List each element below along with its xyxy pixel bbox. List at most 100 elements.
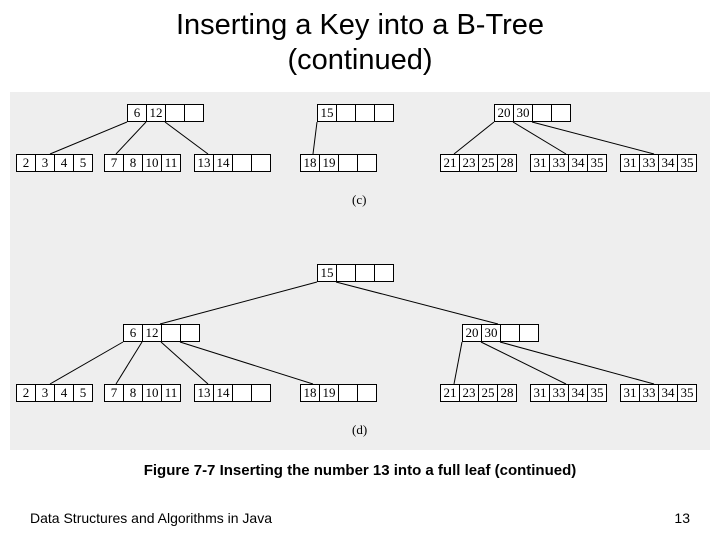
cell: 31 <box>530 154 550 172</box>
tree-d-node-6-12: 6 12 <box>123 324 200 342</box>
cell: 11 <box>161 384 181 402</box>
title-line-2: (continued) <box>287 44 432 76</box>
cell: 35 <box>677 154 697 172</box>
tree-d-node-20-30: 20 30 <box>462 324 539 342</box>
tree-c-leaf-2: 7 8 10 11 <box>104 154 181 172</box>
cell <box>232 154 252 172</box>
cell: 34 <box>658 384 678 402</box>
cell: 2 <box>16 384 36 402</box>
title-line-1: Inserting a Key into a B-Tree <box>176 9 544 41</box>
cell <box>184 104 204 122</box>
cell: 2 <box>16 154 36 172</box>
cell <box>180 324 200 342</box>
cell: 31 <box>530 384 550 402</box>
tree-c-leaf-5: 21 23 25 28 <box>440 154 517 172</box>
cell <box>374 104 394 122</box>
cell: 5 <box>73 384 93 402</box>
page-title: Inserting a Key into a B-Tree (continued… <box>0 0 720 78</box>
cell <box>251 154 271 172</box>
cell: 28 <box>497 154 517 172</box>
cell: 20 <box>462 324 482 342</box>
cell: 18 <box>300 154 320 172</box>
cell: 10 <box>142 154 162 172</box>
cell <box>232 384 252 402</box>
cell <box>336 104 356 122</box>
cell: 8 <box>123 384 143 402</box>
cell: 21 <box>440 384 460 402</box>
cell: 13 <box>194 384 214 402</box>
cell: 18 <box>300 384 320 402</box>
cell: 25 <box>478 154 498 172</box>
cell: 6 <box>127 104 147 122</box>
cell: 4 <box>54 154 74 172</box>
cell <box>355 264 375 282</box>
cell: 14 <box>213 384 233 402</box>
cell: 19 <box>319 154 339 172</box>
tree-d-leaf-7: 31 33 34 35 <box>620 384 697 402</box>
cell: 13 <box>194 154 214 172</box>
cell: 31 <box>620 384 640 402</box>
tree-d-leaf-4: 18 19 <box>300 384 377 402</box>
tree-d-leaf-5: 21 23 25 28 <box>440 384 517 402</box>
cell: 4 <box>54 384 74 402</box>
cell: 21 <box>440 154 460 172</box>
cell: 33 <box>639 384 659 402</box>
cell: 34 <box>568 154 588 172</box>
cell: 8 <box>123 154 143 172</box>
cell: 33 <box>549 154 569 172</box>
cell <box>532 104 552 122</box>
cell <box>357 384 377 402</box>
cell: 5 <box>73 154 93 172</box>
cell <box>161 324 181 342</box>
cell: 20 <box>494 104 514 122</box>
cell: 30 <box>513 104 533 122</box>
cell <box>251 384 271 402</box>
cell: 31 <box>620 154 640 172</box>
tree-d-leaf-6: 31 33 34 35 <box>530 384 607 402</box>
sublabel-d: (d) <box>352 422 367 438</box>
figure-area: 6 12 15 20 30 2 3 4 5 7 8 10 11 13 14 18… <box>10 92 710 450</box>
cell <box>165 104 185 122</box>
footer-book-title: Data Structures and Algorithms in Java <box>30 510 272 526</box>
cell: 34 <box>568 384 588 402</box>
tree-c-leaf-3: 13 14 <box>194 154 271 172</box>
cell <box>338 154 358 172</box>
cell: 15 <box>317 104 337 122</box>
figure-caption: Figure 7-7 Inserting the number 13 into … <box>0 462 720 479</box>
cell: 33 <box>549 384 569 402</box>
cell <box>374 264 394 282</box>
cell: 33 <box>639 154 659 172</box>
cell: 30 <box>481 324 501 342</box>
cell <box>551 104 571 122</box>
cell <box>355 104 375 122</box>
cell: 35 <box>677 384 697 402</box>
cell: 12 <box>142 324 162 342</box>
cell: 34 <box>658 154 678 172</box>
cell <box>357 154 377 172</box>
cell: 3 <box>35 384 55 402</box>
tree-c-node-6-12: 6 12 <box>127 104 204 122</box>
cell: 23 <box>459 154 479 172</box>
tree-d-leaf-3: 13 14 <box>194 384 271 402</box>
cell: 7 <box>104 384 124 402</box>
sublabel-c: (c) <box>352 192 366 208</box>
cell: 7 <box>104 154 124 172</box>
tree-d-leaf-2: 7 8 10 11 <box>104 384 181 402</box>
cell: 35 <box>587 384 607 402</box>
footer-page-number: 13 <box>674 510 690 526</box>
tree-c-leaf-4: 18 19 <box>300 154 377 172</box>
tree-d-root: 15 <box>317 264 394 282</box>
cell: 12 <box>146 104 166 122</box>
cell <box>500 324 520 342</box>
tree-c-leaf-1: 2 3 4 5 <box>16 154 93 172</box>
cell <box>336 264 356 282</box>
cell: 23 <box>459 384 479 402</box>
tree-c-leaf-6: 31 33 34 35 <box>530 154 607 172</box>
tree-c-node-20-30: 20 30 <box>494 104 571 122</box>
cell: 11 <box>161 154 181 172</box>
cell: 15 <box>317 264 337 282</box>
cell: 25 <box>478 384 498 402</box>
tree-c-node-15: 15 <box>317 104 394 122</box>
cell <box>519 324 539 342</box>
cell: 3 <box>35 154 55 172</box>
